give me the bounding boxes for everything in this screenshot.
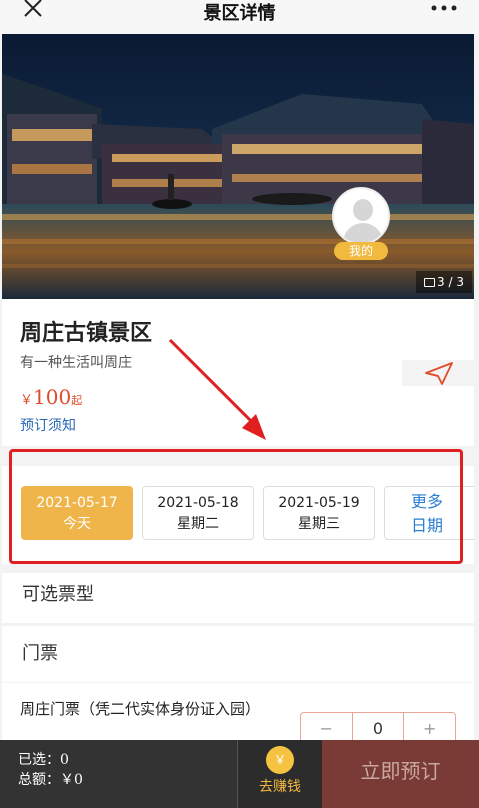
ticket-types-heading: 可选票型 xyxy=(2,573,474,623)
selected-label: 已选： xyxy=(18,752,60,768)
my-avatar[interactable]: 我的 xyxy=(332,187,390,261)
navigation-arrow-icon xyxy=(425,362,453,385)
ticket-group-heading: 门票 xyxy=(2,626,474,682)
earn-label: 去赚钱 xyxy=(259,779,301,795)
ticket-name: 周庄门票（凭二代实体身份证入园） xyxy=(20,700,261,718)
avatar xyxy=(332,187,390,245)
total-value: ￥0 xyxy=(60,772,83,788)
book-now-button[interactable]: 立即预订 xyxy=(322,740,479,808)
scenic-info: 周庄古镇景区 有一种生活叫周庄 ￥100起 预订须知 xyxy=(2,299,474,446)
scenic-name: 周庄古镇景区 xyxy=(20,321,153,346)
top-nav-bar: 景区详情 xyxy=(0,0,479,34)
price-value: 100 xyxy=(33,385,72,409)
price-currency: ￥ xyxy=(20,393,34,408)
selected-value: 0 xyxy=(60,752,69,768)
mine-badge: 我的 xyxy=(334,242,388,260)
photo-count-text: 3 / 3 xyxy=(437,275,464,289)
starting-price: ￥100起 xyxy=(20,385,82,409)
page-title: 景区详情 xyxy=(203,3,276,24)
order-summary: 已选：0 总额：￥0 xyxy=(0,740,237,808)
scenic-photo[interactable]: 我的 3 / 3 xyxy=(2,34,474,299)
navigate-button[interactable] xyxy=(402,360,474,386)
image-icon xyxy=(424,277,436,287)
earn-money-button[interactable]: ￥ 去赚钱 xyxy=(237,740,322,808)
bottom-bar: 已选：0 总额：￥0 ￥ 去赚钱 立即预订 xyxy=(0,740,479,808)
more-icon[interactable] xyxy=(431,2,457,14)
booking-notice-link[interactable]: 预订须知 xyxy=(20,415,76,435)
price-suffix: 起 xyxy=(71,394,83,407)
photo-counter: 3 / 3 xyxy=(416,271,472,293)
coin-icon: ￥ xyxy=(266,746,294,774)
night-town-image xyxy=(2,34,474,299)
total-label: 总额： xyxy=(18,772,60,788)
highlight-box xyxy=(9,449,463,564)
ticket-row: 周庄门票（凭二代实体身份证入园） − 0 + xyxy=(2,683,474,746)
scenic-slogan: 有一种生活叫周庄 xyxy=(20,355,132,371)
